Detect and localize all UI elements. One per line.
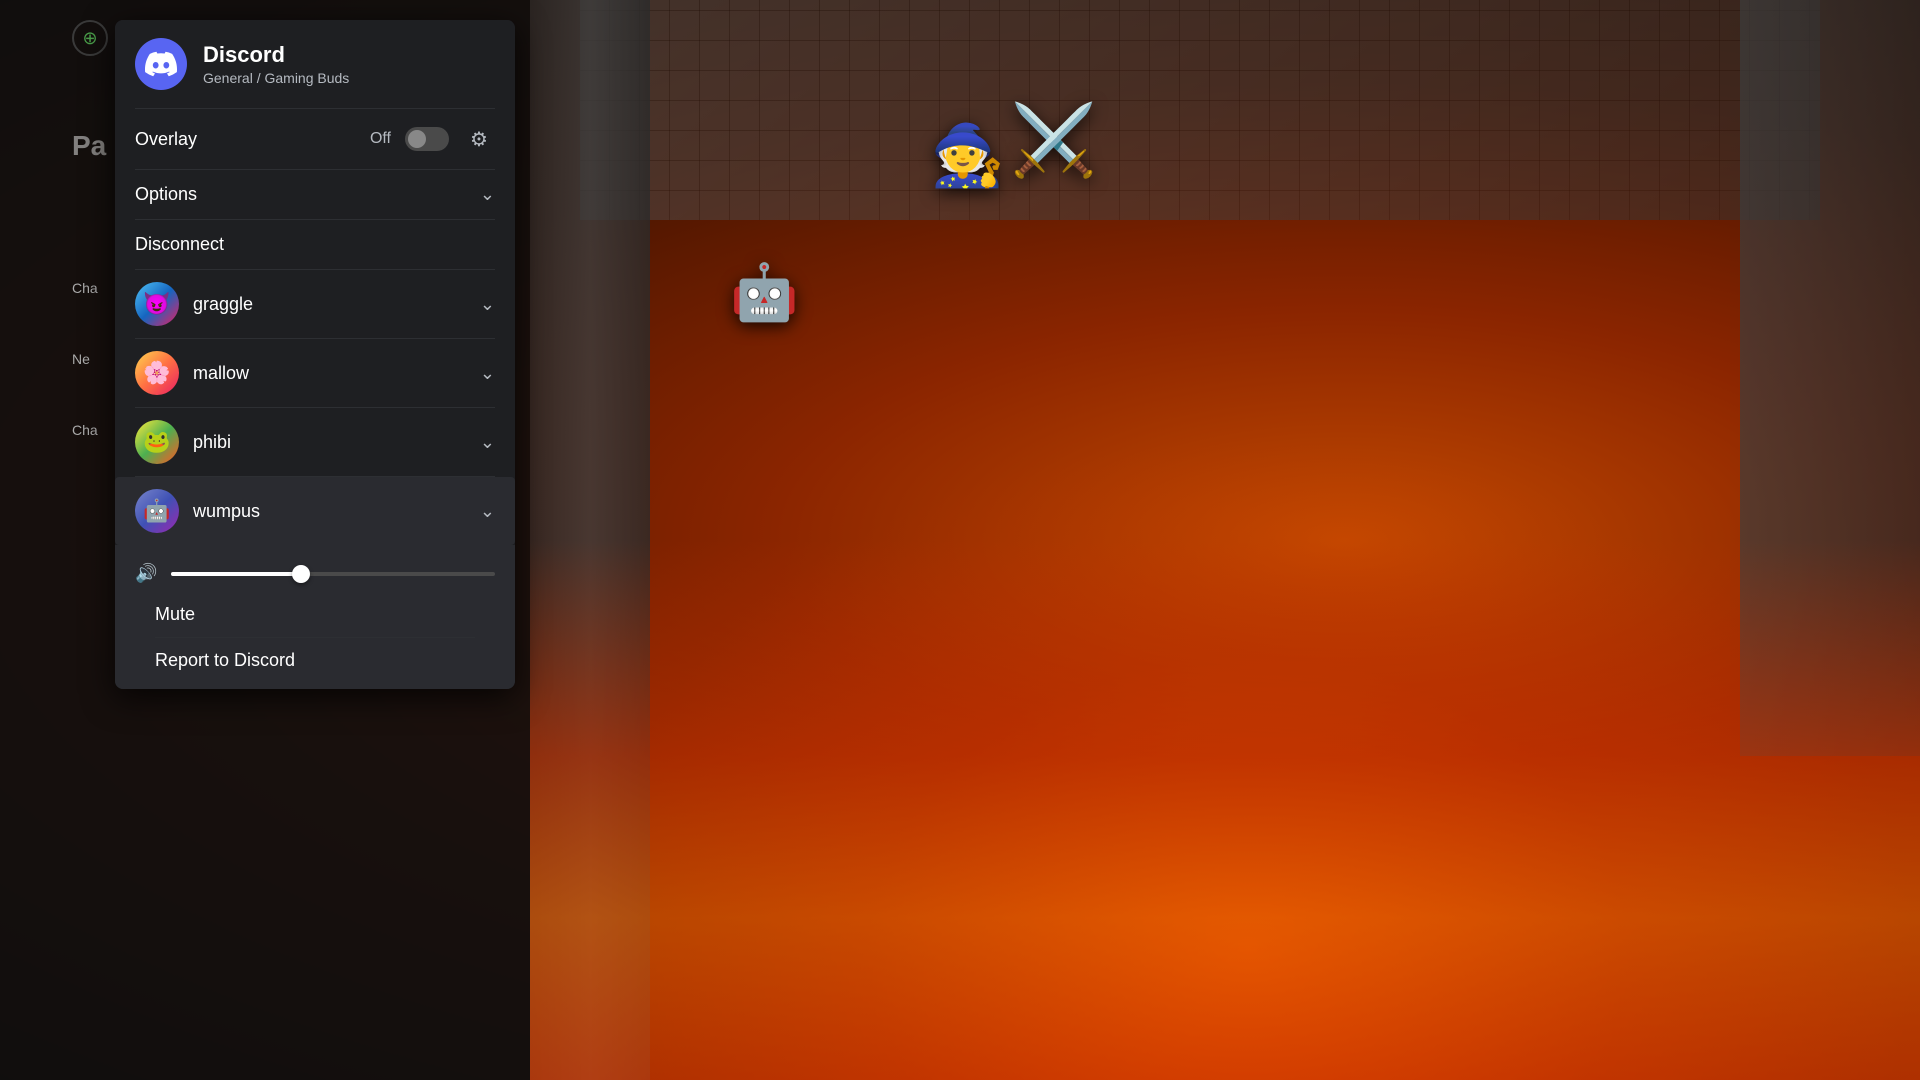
xbox-logo-area: ⊕ xyxy=(72,20,108,56)
mute-action-row[interactable]: Mute xyxy=(135,592,495,637)
mute-label: Mute xyxy=(155,604,195,624)
graggle-chevron-icon: ⌄ xyxy=(480,294,495,315)
sidebar-item-1: Cha xyxy=(72,280,98,296)
username-wumpus: wumpus xyxy=(193,501,260,522)
user-row-mallow[interactable]: 🌸 mallow ⌄ xyxy=(115,339,515,407)
user-list: 😈 graggle ⌄ 🌸 mallow ⌄ 🐸 phibi ⌄ xyxy=(115,270,515,689)
disconnect-label: Disconnect xyxy=(135,234,224,254)
user-row-phibi[interactable]: 🐸 phibi ⌄ xyxy=(115,408,515,476)
sidebar-nav: Cha Ne Cha xyxy=(72,280,98,438)
discord-panel: Discord General / Gaming Buds Overlay Of… xyxy=(115,20,515,689)
overlay-toggle[interactable] xyxy=(405,127,449,151)
options-chevron-icon: ⌄ xyxy=(480,184,495,205)
user-row-wumpus[interactable]: 🤖 wumpus ⌄ xyxy=(115,477,515,545)
overlay-label: Overlay xyxy=(135,129,197,150)
wumpus-chevron-icon: ⌄ xyxy=(480,501,495,522)
header-text: Discord General / Gaming Buds xyxy=(203,42,349,86)
phibi-chevron-icon: ⌄ xyxy=(480,432,495,453)
discord-logo-svg xyxy=(145,48,177,80)
user-row-graggle[interactable]: 😈 graggle ⌄ xyxy=(115,270,515,338)
overlay-row[interactable]: Overlay Off ⚙ xyxy=(115,109,515,169)
character-2: ⚔️ xyxy=(1010,100,1097,182)
sidebar-item-2: Ne xyxy=(72,351,98,367)
user-left-mallow: 🌸 mallow xyxy=(135,351,249,395)
panel-header: Discord General / Gaming Buds xyxy=(115,20,515,108)
volume-slider-thumb[interactable] xyxy=(292,565,310,583)
app-title: Discord xyxy=(203,42,349,68)
overlay-controls: Off ⚙ xyxy=(370,123,495,155)
report-action-row[interactable]: Report to Discord xyxy=(135,638,495,683)
character-3: 🤖 xyxy=(730,260,798,325)
disconnect-row[interactable]: Disconnect xyxy=(115,220,515,269)
user-left-phibi: 🐸 phibi xyxy=(135,420,231,464)
volume-slider-fill xyxy=(171,572,300,576)
wumpus-expanded-section: 🔊 Mute Report to Discord xyxy=(115,545,515,689)
sidebar-item-3: Cha xyxy=(72,422,98,438)
lava-pool xyxy=(530,540,1920,1080)
overlay-status: Off xyxy=(370,130,391,148)
username-phibi: phibi xyxy=(193,432,231,453)
character-1: 🧙 xyxy=(930,120,1005,191)
avatar-wumpus: 🤖 xyxy=(135,489,179,533)
page-title-hint: Pa xyxy=(72,130,106,162)
overlay-settings-button[interactable]: ⚙ xyxy=(463,123,495,155)
volume-icon: 🔊 xyxy=(135,563,157,584)
xbox-icon: ⊕ xyxy=(72,20,108,56)
app-subtitle: General / Gaming Buds xyxy=(203,70,349,86)
user-left-graggle: 😈 graggle xyxy=(135,282,253,326)
volume-row: 🔊 xyxy=(135,555,495,592)
options-row[interactable]: Options ⌄ xyxy=(115,170,515,219)
volume-slider-track[interactable] xyxy=(171,572,495,576)
discord-logo xyxy=(135,38,187,90)
username-mallow: mallow xyxy=(193,363,249,384)
avatar-phibi: 🐸 xyxy=(135,420,179,464)
user-left-wumpus: 🤖 wumpus xyxy=(135,489,260,533)
report-label: Report to Discord xyxy=(155,650,295,670)
game-scene: 🧙 ⚔️ 🤖 xyxy=(530,0,1920,1080)
mallow-chevron-icon: ⌄ xyxy=(480,363,495,384)
options-label: Options xyxy=(135,184,197,205)
avatar-mallow: 🌸 xyxy=(135,351,179,395)
stone-top xyxy=(580,0,1820,220)
avatar-graggle: 😈 xyxy=(135,282,179,326)
username-graggle: graggle xyxy=(193,294,253,315)
